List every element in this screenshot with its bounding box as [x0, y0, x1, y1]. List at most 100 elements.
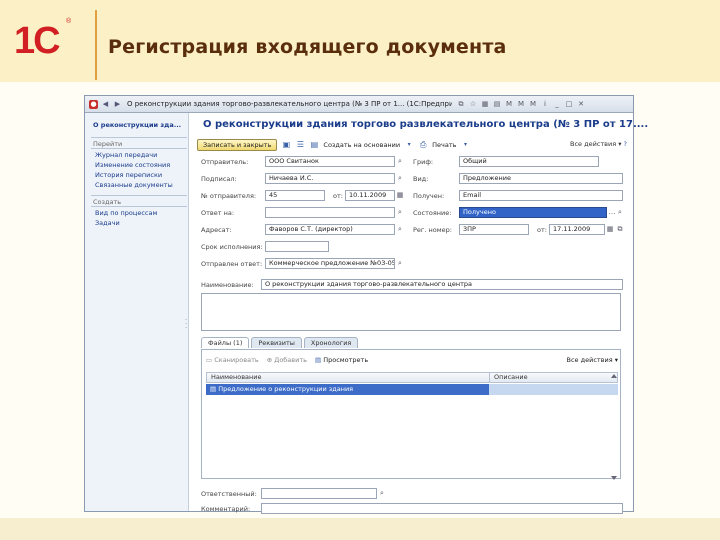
state-field[interactable]: Получено: [459, 207, 607, 218]
state-label: Состояние:: [413, 209, 452, 217]
search-icon[interactable]: ⌕: [395, 173, 405, 184]
tab-requisites[interactable]: Реквизиты: [251, 337, 302, 348]
form-title: О реконструкции здания торгово развлекат…: [203, 119, 649, 130]
reply-deadline-label: Срок исполнения:: [201, 243, 263, 251]
calendar-icon[interactable]: ▦: [605, 224, 615, 235]
nav-item-correspondence[interactable]: История переписки: [95, 171, 162, 179]
files-all-actions[interactable]: Все действия ▾: [567, 356, 619, 364]
form-toolbar: Записать и закрыть ▣ ☰ ▤ Создать на осно…: [197, 137, 633, 152]
add-icon: ⊕: [266, 356, 273, 364]
search-icon[interactable]: ⌕: [395, 156, 405, 167]
maximize-icon[interactable]: □: [564, 100, 574, 109]
save-close-button[interactable]: Записать и закрыть: [197, 138, 278, 151]
print-button[interactable]: Печать: [432, 141, 456, 149]
file-desc-cell[interactable]: [489, 384, 618, 395]
responsible-field[interactable]: [261, 488, 377, 499]
add-file-button[interactable]: ⊕ Добавить: [267, 356, 307, 364]
nav-item-transfer-log[interactable]: Журнал передачи: [95, 151, 157, 159]
forward-icon[interactable]: ▶: [113, 100, 122, 109]
tab-files[interactable]: Файлы (1): [201, 337, 250, 348]
addressee-field[interactable]: Фаворов С.Т. (директор): [265, 224, 395, 235]
nav-item-state-change[interactable]: Изменение состояния: [95, 161, 170, 169]
calendar-icon[interactable]: ▦: [395, 190, 405, 201]
list-icon[interactable]: ☰: [295, 140, 305, 150]
link-icon[interactable]: ⧉: [615, 224, 625, 235]
nav-item-by-process[interactable]: Вид по процессам: [95, 209, 157, 217]
star-icon[interactable]: ☆: [468, 100, 478, 109]
nav-divider: [91, 206, 187, 207]
date-from-field[interactable]: 10.11.2009: [345, 190, 395, 201]
memory-m-icon[interactable]: M: [504, 100, 514, 109]
minimize-icon[interactable]: _: [552, 100, 562, 109]
navigation-panel: О реконструкции зда... Перейти Журнал пе…: [85, 113, 189, 511]
col-name-header[interactable]: Наименование: [207, 373, 490, 382]
files-panel: ▭ Сканировать ⊕ Добавить ▤ Просмотреть В…: [201, 349, 621, 482]
delivery-field[interactable]: Email: [459, 190, 623, 201]
search-icon[interactable]: ⌕: [377, 488, 387, 499]
calc-icon[interactable]: ▤: [492, 100, 502, 109]
scroll-arrows-icon[interactable]: [610, 372, 618, 482]
nav-item-linked-docs[interactable]: Связанные документы: [95, 181, 173, 189]
save-icon[interactable]: ▣: [281, 140, 291, 150]
stamp-label: Гриф:: [413, 158, 434, 166]
close-icon[interactable]: ✕: [576, 100, 586, 109]
scanner-icon: ▭: [206, 356, 213, 364]
scan-button[interactable]: ▭ Сканировать: [206, 356, 259, 364]
signer-field[interactable]: Ничаева И.С.: [265, 173, 395, 184]
reg-no-field[interactable]: 3ПР: [459, 224, 529, 235]
nav-divider: [91, 137, 187, 138]
files-table-header: Наименование Описание: [206, 372, 618, 383]
outgoing-no-field[interactable]: 45: [265, 190, 325, 201]
reg-date-label: от:: [537, 226, 547, 234]
sent-label: Отправлен ответ:: [201, 260, 263, 268]
create-basis-button[interactable]: Создать на основании: [323, 141, 400, 149]
window-title: О реконструкции здания торгово-развлекат…: [127, 100, 452, 108]
tab-chronology[interactable]: Хронология: [303, 337, 359, 348]
type-field[interactable]: Предложение: [459, 173, 623, 184]
nav-doc-title[interactable]: О реконструкции зда...: [93, 121, 181, 129]
reply-to-field[interactable]: [265, 207, 395, 218]
reply-to-label: Ответ на:: [201, 209, 235, 217]
help-icon[interactable]: ?: [624, 140, 627, 148]
comment-label: Комментарий:: [201, 505, 251, 513]
window-controls: ⧉ ☆ ▦ ▤ M M M i _ □ ✕: [456, 100, 586, 109]
reg-date-field[interactable]: 17.11.2009: [549, 224, 605, 235]
memory-mminus-icon[interactable]: M: [528, 100, 538, 109]
responsible-label: Ответственный:: [201, 490, 257, 498]
view-file-button[interactable]: ▤ Просмотреть: [315, 356, 368, 364]
chevron-down-icon: ▾: [463, 140, 467, 148]
comment-field[interactable]: [261, 503, 623, 514]
stamp-field[interactable]: Общий: [459, 156, 599, 167]
back-icon[interactable]: ◀: [101, 100, 110, 109]
document-icon[interactable]: ▤: [309, 140, 319, 150]
table-scrollbar[interactable]: [610, 372, 618, 482]
attach-icon[interactable]: ⧉: [456, 100, 466, 109]
printer-icon[interactable]: ⎙: [418, 140, 428, 150]
sender-field[interactable]: ООО Свитанок: [265, 156, 395, 167]
reply-deadline-field[interactable]: [265, 241, 329, 252]
app-icon: ●: [89, 99, 98, 109]
name-field[interactable]: О реконструкции здания торгово-развлекат…: [261, 279, 623, 290]
search-icon[interactable]: ⌕: [395, 224, 405, 235]
search-icon[interactable]: ⌕: [395, 207, 405, 218]
search-icon[interactable]: ⌕: [615, 207, 625, 218]
outgoing-no-label: № отправителя:: [201, 192, 257, 200]
nav-divider: [91, 148, 187, 149]
info-icon[interactable]: i: [540, 100, 550, 109]
table-row[interactable]: ▤ Предложение о реконструкции здания: [206, 384, 618, 395]
name-label: Наименование:: [201, 281, 254, 289]
col-desc-header[interactable]: Описание: [490, 373, 617, 382]
all-actions-menu[interactable]: Все действия ▾ ?: [570, 140, 627, 148]
memory-mplus-icon[interactable]: M: [516, 100, 526, 109]
search-icon[interactable]: ⌕: [395, 258, 405, 269]
nav-item-tasks[interactable]: Задачи: [95, 219, 120, 227]
nav-section-create: Создать: [93, 198, 122, 206]
detail-tabs: Файлы (1) Реквизиты Хронология: [201, 337, 359, 348]
splitter-handle[interactable]: · · ·: [185, 317, 187, 332]
slide-footer-band: [0, 518, 720, 540]
sent-field[interactable]: Коммерческое предложение №03-05-: [265, 258, 395, 269]
file-name-cell[interactable]: ▤ Предложение о реконструкции здания: [206, 384, 489, 395]
description-area[interactable]: [201, 293, 621, 331]
grid-icon[interactable]: ▦: [480, 100, 490, 109]
slide-title: Регистрация входящего документа: [108, 36, 507, 58]
